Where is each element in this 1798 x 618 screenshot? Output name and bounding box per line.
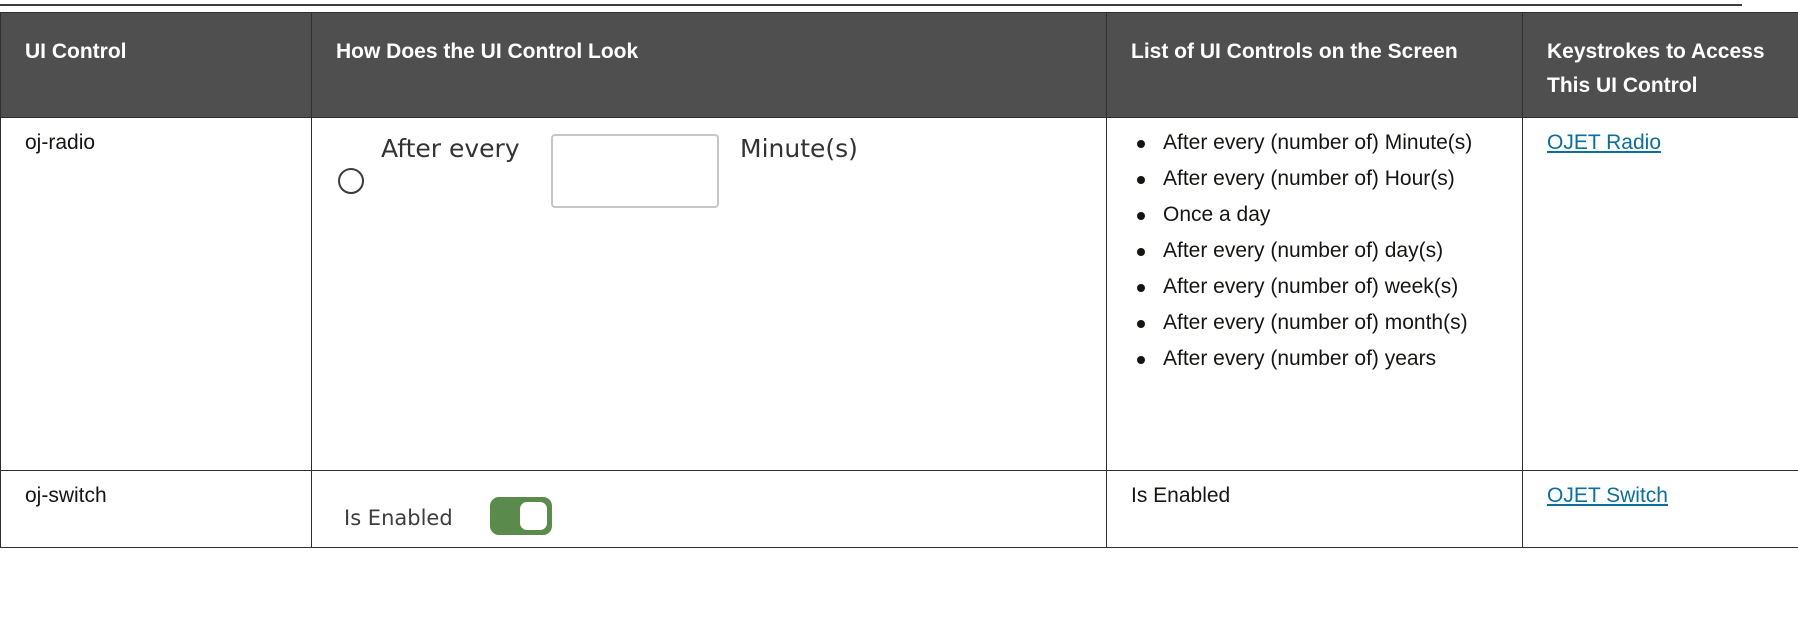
cell-control-list: After every (number of) Minute(s) After … — [1106, 117, 1523, 471]
list-item: After every (number of) Hour(s) — [1135, 166, 1510, 192]
ui-controls-table: UI Control How Does the UI Control Look … — [0, 12, 1798, 548]
list-item: After every (number of) day(s) — [1135, 238, 1510, 264]
minutes-input[interactable] — [551, 134, 719, 208]
cell-keystrokes: OJET Radio — [1522, 117, 1798, 471]
list-item: After every (number of) Minute(s) — [1135, 130, 1510, 156]
list-item: Once a day — [1135, 202, 1510, 228]
radio-suffix: Minute(s) — [740, 134, 858, 163]
table-row-switch: oj-switch Is Enabled Is Enabled OJET Swi… — [0, 470, 1798, 548]
control-list: After every (number of) Minute(s) After … — [1131, 130, 1510, 372]
switch-mock: Is Enabled — [336, 483, 1094, 543]
list-item: After every (number of) week(s) — [1135, 274, 1510, 300]
cell-control-name: oj-switch — [0, 470, 312, 548]
cell-look-radio: After every Minute(s) — [311, 117, 1107, 471]
toggle-switch[interactable] — [490, 497, 552, 535]
ojet-radio-link[interactable]: OJET Radio — [1547, 131, 1661, 154]
cell-look-switch: Is Enabled — [311, 470, 1107, 548]
list-item: After every (number of) years — [1135, 346, 1510, 372]
table-row-radio: oj-radio After every Minute(s) After eve… — [0, 117, 1798, 471]
top-rule — [0, 4, 1742, 6]
cell-control-list: Is Enabled — [1106, 470, 1523, 548]
header-ui-control: UI Control — [0, 12, 312, 118]
header-keystrokes: Keystrokes to Access This UI Control — [1522, 12, 1798, 118]
radio-button-icon[interactable] — [338, 168, 364, 194]
radio-mock: After every Minute(s) — [336, 130, 1094, 240]
ojet-switch-link[interactable]: OJET Switch — [1547, 484, 1668, 507]
cell-control-name: oj-radio — [0, 117, 312, 471]
header-list: List of UI Controls on the Screen — [1106, 12, 1523, 118]
radio-label: After every — [381, 134, 520, 163]
switch-label: Is Enabled — [344, 506, 453, 530]
table-header-row: UI Control How Does the UI Control Look … — [0, 12, 1798, 118]
header-look: How Does the UI Control Look — [311, 12, 1107, 118]
toggle-knob-icon — [520, 502, 547, 530]
cell-keystrokes: OJET Switch — [1522, 470, 1798, 548]
list-item: After every (number of) month(s) — [1135, 310, 1510, 336]
